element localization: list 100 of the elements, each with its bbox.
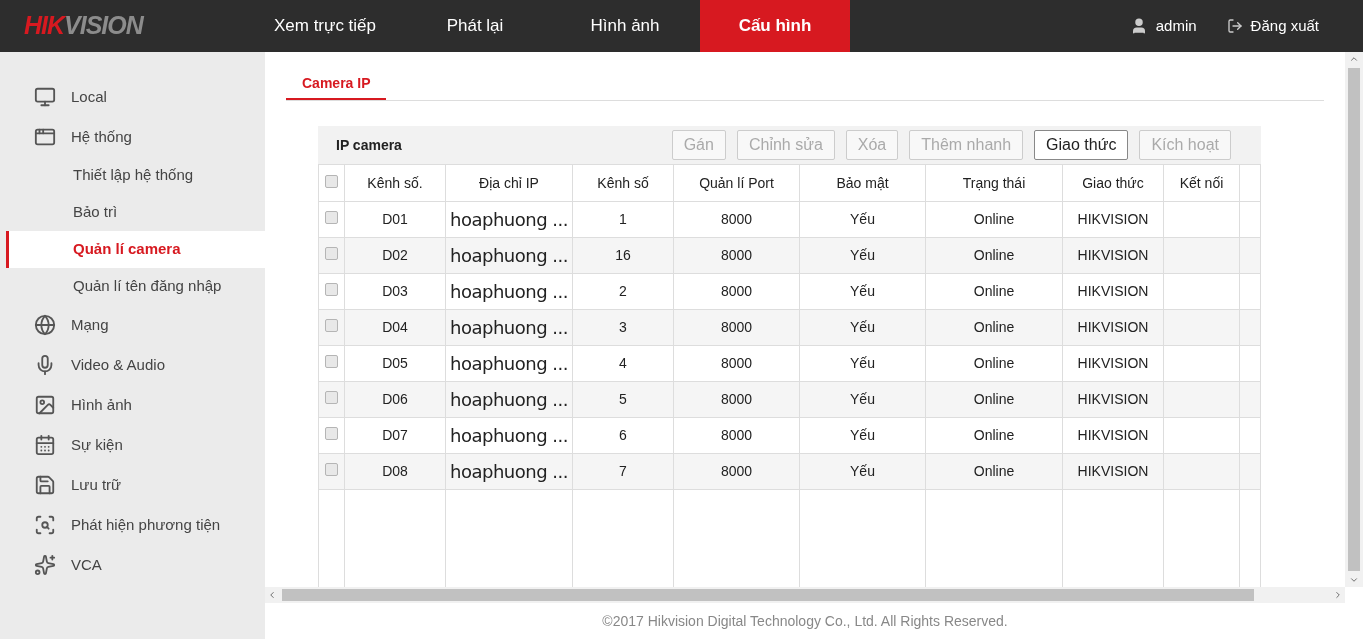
sidebar-item[interactable]: Lưu trữ	[0, 465, 265, 505]
sidebar-item[interactable]: Mạng	[0, 305, 265, 345]
table-cell: hoaphuong ...	[450, 389, 568, 410]
globe-icon	[34, 314, 56, 336]
table-cell: 6	[619, 427, 627, 443]
checkbox[interactable]	[325, 174, 338, 188]
vertical-scrollbar[interactable]	[1345, 52, 1363, 587]
table-cell: Online	[973, 355, 1015, 371]
table-cell: 5	[619, 391, 627, 407]
table-cell: 1	[619, 211, 627, 227]
logout-icon	[1226, 18, 1243, 34]
table-cell: hoaphuong ...	[450, 209, 568, 230]
monitor-icon	[34, 86, 56, 108]
table-cell: 8000	[720, 211, 753, 227]
table-cell: Yếu	[850, 247, 875, 263]
nav-tab[interactable]: Cấu hình	[700, 0, 850, 52]
sidebar-item[interactable]: VCA	[0, 545, 265, 585]
table-cell: Online	[973, 391, 1015, 407]
sidebar-item[interactable]: Hệ thống	[0, 117, 265, 157]
table-cell: Online	[973, 319, 1015, 335]
scrollbar-thumb[interactable]	[282, 589, 1254, 601]
table-cell: HIKVISION	[1077, 355, 1149, 371]
column-header: Bảo mật	[836, 174, 889, 191]
nav-tab[interactable]: Hình ảnh	[550, 0, 700, 52]
sidebar-item[interactable]: Phát hiện phương tiện	[0, 505, 265, 545]
table-cell: Online	[973, 247, 1015, 263]
table-cell: HIKVISION	[1077, 427, 1149, 443]
checkbox[interactable]	[325, 355, 338, 368]
nav-tab[interactable]: Phát lại	[400, 0, 550, 52]
table-cell: 8000	[720, 427, 753, 443]
image-icon	[34, 394, 56, 416]
table-cell: HIKVISION	[1077, 391, 1149, 407]
table-cell: 8000	[720, 283, 753, 299]
checkbox[interactable]	[325, 283, 338, 296]
logout-button[interactable]: Đăng xuất	[1226, 14, 1319, 38]
toolbar-button[interactable]: Giao thức	[1034, 130, 1129, 160]
table-cell: 8000	[720, 391, 753, 407]
sidebar-item[interactable]: Sự kiện	[0, 425, 265, 465]
table-cell: Yếu	[850, 355, 875, 371]
table-cell: 8000	[720, 355, 753, 371]
table-cell: Online	[973, 463, 1015, 479]
checkbox[interactable]	[325, 247, 338, 260]
table-cell: HIKVISION	[1077, 211, 1149, 227]
copyright-text: ©2017 Hikvision Digital Technology Co., Ltd. All Rights Reserved.	[602, 611, 1008, 631]
table-cell: 8000	[720, 463, 753, 479]
sidebar-subitem[interactable]: Bảo trì	[6, 194, 265, 231]
table-cell: D05	[382, 355, 408, 371]
table-cell: Yếu	[850, 283, 875, 299]
calendar-icon	[34, 434, 56, 456]
column-header: Địa chỉ IP	[479, 174, 539, 191]
column-header: Kênh số.	[367, 174, 423, 191]
column-header: Kết nối	[1179, 174, 1224, 191]
table-cell: D02	[382, 247, 408, 263]
checkbox[interactable]	[325, 427, 338, 440]
table-cell: D06	[382, 391, 408, 407]
sidebar-subitem[interactable]: Quản lí tên đăng nhập	[6, 268, 265, 305]
table-cell: Yếu	[850, 319, 875, 335]
table-cell: 7	[619, 463, 627, 479]
table-cell: HIKVISION	[1077, 319, 1149, 335]
table-cell: hoaphuong ...	[450, 317, 568, 338]
sidebar-item[interactable]: Hình ảnh	[0, 385, 265, 425]
panel-title: IP camera	[336, 135, 402, 155]
table-cell: hoaphuong ...	[450, 353, 568, 374]
sidebar-item[interactable]: Local	[0, 77, 265, 117]
table-cell: D03	[382, 283, 408, 299]
table-cell: 4	[619, 355, 627, 371]
table-cell: HIKVISION	[1077, 247, 1149, 263]
table-cell: hoaphuong ...	[450, 281, 568, 302]
table-cell: 8000	[720, 247, 753, 263]
horizontal-scrollbar[interactable]	[265, 587, 1345, 603]
scrollbar-thumb[interactable]	[1348, 68, 1360, 571]
user-button[interactable]: admin	[1129, 14, 1197, 38]
table-cell: hoaphuong ...	[450, 425, 568, 446]
table-cell: hoaphuong ...	[450, 245, 568, 266]
sidebar-item[interactable]: Video & Audio	[0, 345, 265, 385]
checkbox[interactable]	[325, 319, 338, 332]
column-header: Quản lí Port	[699, 174, 774, 191]
logo: HIKVISION	[24, 10, 145, 42]
tab[interactable]: Camera IP	[286, 69, 387, 100]
column-header: Trạng thái	[962, 174, 1026, 191]
table-cell: D08	[382, 463, 408, 479]
table-cell: Yếu	[850, 391, 875, 407]
table-cell: 8000	[720, 319, 753, 335]
checkbox[interactable]	[325, 391, 338, 404]
table-cell: D07	[382, 427, 408, 443]
table-cell: Online	[973, 211, 1015, 227]
table-cell: Online	[973, 283, 1015, 299]
column-header: Giao thức	[1082, 174, 1144, 191]
checkbox[interactable]	[325, 463, 338, 476]
column-header: Kênh số	[597, 174, 649, 191]
table-cell: 3	[619, 319, 627, 335]
table-cell: Yếu	[850, 211, 875, 227]
table-cell: 2	[619, 283, 627, 299]
window-icon	[34, 126, 56, 148]
sidebar-subitem[interactable]: Quản lí camera	[6, 231, 265, 268]
sidebar-subitem[interactable]: Thiết lập hệ thống	[6, 157, 265, 194]
nav-tab[interactable]: Xem trực tiếp	[250, 0, 400, 52]
checkbox[interactable]	[325, 211, 338, 224]
table-cell: D04	[382, 319, 408, 335]
table-cell: 16	[615, 247, 631, 263]
